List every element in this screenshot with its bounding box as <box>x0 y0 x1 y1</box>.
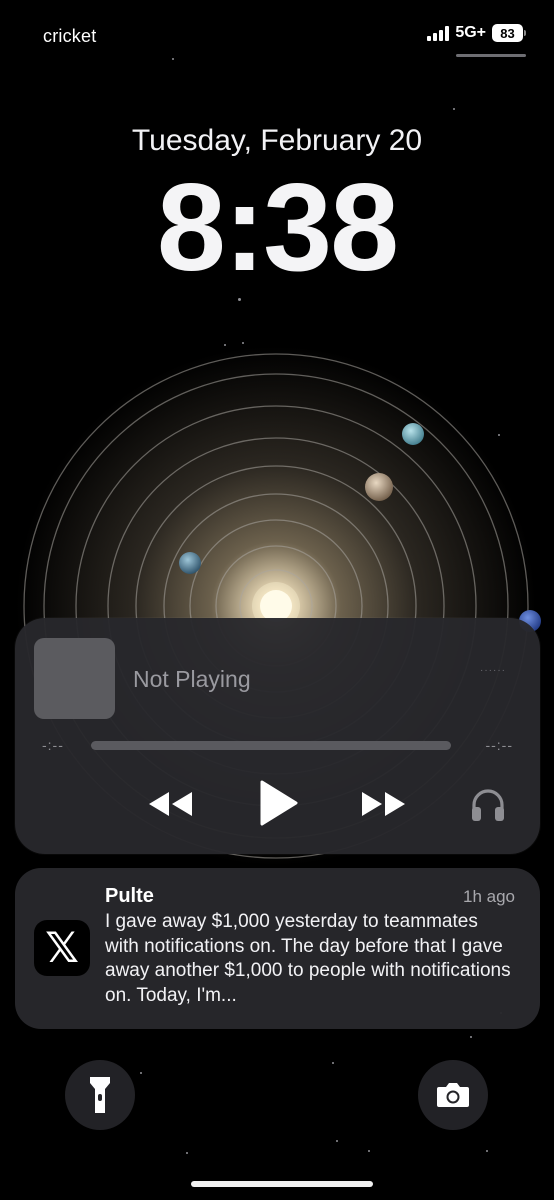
network-type: 5G+ <box>455 24 486 41</box>
playback-scrubber[interactable] <box>91 741 451 750</box>
headphones-icon <box>472 789 504 821</box>
battery-level: 83 <box>492 24 523 42</box>
home-indicator[interactable] <box>191 1181 373 1187</box>
rewind-icon <box>149 792 192 816</box>
lockscreen-date: Tuesday, February 20 <box>131 124 423 157</box>
audio-output-button[interactable] <box>465 784 511 826</box>
elapsed-time: -:-- <box>42 737 64 753</box>
notification-body: I gave away $1,000 yesterday to teammate… <box>105 911 511 1006</box>
uranus-planet <box>402 423 424 445</box>
notification-title: Pulte <box>105 885 154 907</box>
battery-icon: 83 <box>492 24 526 42</box>
fast-forward-icon <box>362 792 405 816</box>
camera-button[interactable] <box>418 1060 488 1130</box>
x-logo-icon: 𝕏 <box>34 920 90 976</box>
remaining-time: --:-- <box>485 737 513 753</box>
notification-card[interactable]: 𝕏 Pulte 1h ago I gave away $1,000 yester… <box>15 868 540 1029</box>
earth-planet <box>179 552 201 574</box>
jupiter-planet <box>365 473 393 501</box>
control-center-grabber[interactable] <box>456 54 526 57</box>
audio-waveform-icon: ······ <box>480 665 506 676</box>
status-icons: 5G+ 83 <box>427 24 526 42</box>
notification-time: 1h ago <box>463 887 515 906</box>
now-playing-widget[interactable]: Not Playing ······ -:-- --:-- <box>15 618 540 854</box>
flashlight-button[interactable] <box>65 1060 135 1130</box>
fast-forward-button[interactable] <box>355 786 411 822</box>
lockscreen-time: 8:38 <box>156 159 399 297</box>
camera-icon <box>437 1083 469 1107</box>
signal-strength-icon <box>427 25 450 41</box>
track-title: Not Playing <box>133 666 251 692</box>
flashlight-icon <box>90 1077 110 1113</box>
album-artwork[interactable] <box>34 638 115 719</box>
play-button[interactable] <box>253 778 303 828</box>
play-icon <box>260 780 298 826</box>
carrier-name: cricket <box>43 26 97 46</box>
rewind-button[interactable] <box>143 786 199 822</box>
